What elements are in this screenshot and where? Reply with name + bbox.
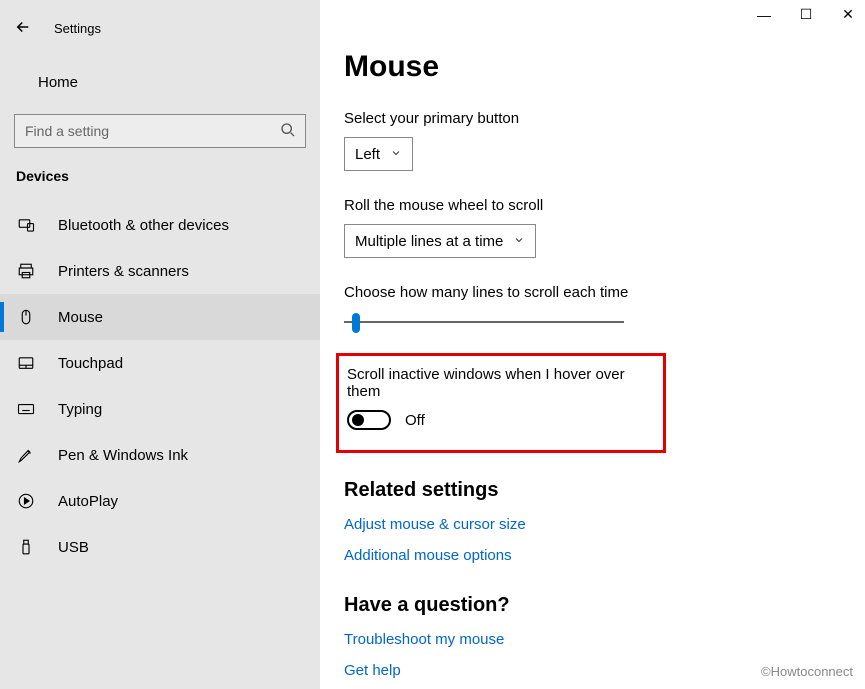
link-additional-mouse-options[interactable]: Additional mouse options [344,547,835,564]
main-panel: — ☐ ✕ Mouse Select your primary button L… [320,0,865,689]
content: Mouse Select your primary button Left Ro… [320,10,865,679]
search-wrap [14,114,306,148]
hover-toggle[interactable] [347,410,391,430]
lines-block: Choose how many lines to scroll each tim… [344,284,835,333]
sidebar-item-label: Bluetooth & other devices [58,217,229,234]
sidebar-item-label: Mouse [58,309,103,326]
highlight-box: Scroll inactive windows when I hover ove… [336,353,666,453]
sidebar-item-label: AutoPlay [58,493,118,510]
pen-icon [16,446,36,464]
window-title: Settings [54,21,101,36]
primary-button-value: Left [355,146,380,163]
wheel-scroll-label: Roll the mouse wheel to scroll [344,197,835,214]
primary-button-select[interactable]: Left [344,137,413,171]
question-heading: Have a question? [344,594,835,617]
sidebar-nav: Bluetooth & other devices Printers & sca… [0,202,320,570]
link-troubleshoot-mouse[interactable]: Troubleshoot my mouse [344,631,835,648]
sidebar-item-label: Printers & scanners [58,263,189,280]
lines-slider[interactable] [344,311,624,333]
titlebar-left: Settings [0,8,320,48]
mouse-icon [16,308,36,326]
chevron-down-icon [390,146,402,163]
link-adjust-mouse-size[interactable]: Adjust mouse & cursor size [344,516,835,533]
sidebar-item-touchpad[interactable]: Touchpad [0,340,320,386]
hover-state: Off [405,412,425,429]
sidebar-section-label: Devices [0,148,320,194]
sidebar-item-pen[interactable]: Pen & Windows Ink [0,432,320,478]
sidebar-item-typing[interactable]: Typing [0,386,320,432]
slider-track [344,321,624,323]
hover-label: Scroll inactive windows when I hover ove… [347,366,649,400]
sidebar-item-printers[interactable]: Printers & scanners [0,248,320,294]
wheel-scroll-select[interactable]: Multiple lines at a time [344,224,536,258]
keyboard-icon [16,400,36,418]
wheel-scroll-block: Roll the mouse wheel to scroll Multiple … [344,197,835,258]
touchpad-icon [16,354,36,372]
primary-button-block: Select your primary button Left [344,110,835,171]
search-input[interactable] [14,114,306,148]
minimize-button[interactable]: — [755,7,773,23]
primary-button-label: Select your primary button [344,110,835,127]
sidebar: Settings Home Devices Bluetooth & other … [0,0,320,689]
sidebar-home[interactable]: Home [0,62,320,102]
watermark: ©Howtoconnect [761,664,853,679]
printer-icon [16,262,36,280]
sidebar-item-usb[interactable]: USB [0,524,320,570]
sidebar-item-mouse[interactable]: Mouse [0,294,320,340]
sidebar-item-label: USB [58,539,89,556]
sidebar-item-bluetooth[interactable]: Bluetooth & other devices [0,202,320,248]
autoplay-icon [16,492,36,510]
sidebar-item-autoplay[interactable]: AutoPlay [0,478,320,524]
page-title: Mouse [344,50,835,84]
hover-toggle-row: Off [343,410,649,430]
related-heading: Related settings [344,479,835,502]
window-controls: — ☐ ✕ [755,6,857,23]
usb-icon [16,538,36,556]
search-icon [280,122,296,141]
sidebar-item-label: Touchpad [58,355,123,372]
settings-window: Settings Home Devices Bluetooth & other … [0,0,865,689]
lines-label: Choose how many lines to scroll each tim… [344,284,835,301]
slider-thumb[interactable] [352,313,360,333]
close-button[interactable]: ✕ [839,6,857,23]
back-icon[interactable] [14,18,32,39]
chevron-down-icon [513,233,525,250]
wheel-scroll-value: Multiple lines at a time [355,233,503,250]
sidebar-item-label: Typing [58,401,102,418]
toggle-knob [352,414,364,426]
home-label: Home [38,74,78,91]
sidebar-item-label: Pen & Windows Ink [58,447,188,464]
maximize-button[interactable]: ☐ [797,6,815,23]
bluetooth-icon [16,216,36,234]
